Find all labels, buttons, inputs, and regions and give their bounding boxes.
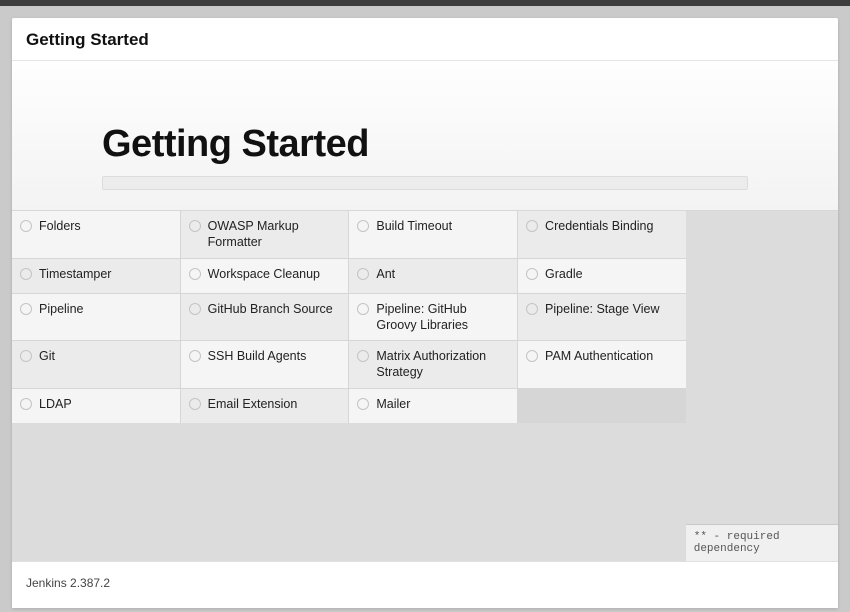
- plugin-label: Build Timeout: [376, 218, 452, 234]
- window-header: Getting Started: [12, 18, 838, 61]
- plugin-cell: Mailer: [349, 389, 517, 423]
- pending-icon: [526, 303, 538, 315]
- pending-icon: [20, 303, 32, 315]
- version-label: Jenkins 2.387.2: [26, 576, 110, 590]
- side-panel: ** - required dependency: [686, 211, 838, 561]
- plugin-cell: Pipeline: [12, 294, 180, 341]
- plugin-label: Matrix Authorization Strategy: [376, 348, 509, 381]
- plugin-label: Pipeline: [39, 301, 83, 317]
- plugin-cell: LDAP: [12, 389, 180, 423]
- plugin-cell: OWASP Markup Formatter: [181, 211, 349, 258]
- plugin-cell: GitHub Branch Source: [181, 294, 349, 341]
- page-title: Getting Started: [102, 123, 748, 166]
- pending-icon: [357, 398, 369, 410]
- top-accent-bar: [0, 0, 850, 6]
- content-area: Folders OWASP Markup Formatter Build Timeo…: [12, 211, 838, 561]
- window-title: Getting Started: [26, 30, 824, 50]
- pending-icon: [20, 220, 32, 232]
- plugin-cell: Ant: [349, 259, 517, 293]
- plugin-cell: SSH Build Agents: [181, 341, 349, 388]
- plugin-cell: Workspace Cleanup: [181, 259, 349, 293]
- plugin-cell: Pipeline: GitHub Groovy Libraries: [349, 294, 517, 341]
- plugin-label: OWASP Markup Formatter: [208, 218, 341, 251]
- plugin-label: LDAP: [39, 396, 72, 412]
- plugin-label: Pipeline: Stage View: [545, 301, 659, 317]
- plugin-label: SSH Build Agents: [208, 348, 307, 364]
- pending-icon: [357, 268, 369, 280]
- progress-bar: [102, 176, 748, 190]
- plugin-label: Credentials Binding: [545, 218, 653, 234]
- plugin-label: Workspace Cleanup: [208, 266, 320, 282]
- plugin-label: Timestamper: [39, 266, 111, 282]
- pending-icon: [526, 220, 538, 232]
- plugin-cell: Folders: [12, 211, 180, 258]
- plugin-label: Pipeline: GitHub Groovy Libraries: [376, 301, 509, 334]
- plugin-grid: Folders OWASP Markup Formatter Build Timeo…: [12, 211, 686, 423]
- plugin-grid-wrap: Folders OWASP Markup Formatter Build Timeo…: [12, 211, 686, 561]
- hero-section: Getting Started: [12, 61, 838, 211]
- plugin-cell: PAM Authentication: [518, 341, 686, 388]
- pending-icon: [189, 268, 201, 280]
- plugin-cell: Matrix Authorization Strategy: [349, 341, 517, 388]
- plugin-label: GitHub Branch Source: [208, 301, 333, 317]
- setup-wizard-window: Getting Started Getting Started Folders O…: [12, 18, 838, 608]
- plugin-cell: Credentials Binding: [518, 211, 686, 258]
- pending-icon: [526, 350, 538, 362]
- plugin-cell: Pipeline: Stage View: [518, 294, 686, 341]
- plugin-label: Git: [39, 348, 55, 364]
- pending-icon: [189, 398, 201, 410]
- plugin-label: Folders: [39, 218, 81, 234]
- plugin-cell: Build Timeout: [349, 211, 517, 258]
- legend-text: ** - required dependency: [686, 524, 838, 561]
- plugin-cell: Gradle: [518, 259, 686, 293]
- pending-icon: [357, 220, 369, 232]
- plugin-cell: Git: [12, 341, 180, 388]
- plugin-label: Mailer: [376, 396, 410, 412]
- plugin-label: PAM Authentication: [545, 348, 653, 364]
- pending-icon: [20, 268, 32, 280]
- pending-icon: [526, 268, 538, 280]
- pending-icon: [189, 350, 201, 362]
- footer: Jenkins 2.387.2: [12, 561, 838, 608]
- plugin-label: Gradle: [545, 266, 583, 282]
- plugin-label: Email Extension: [208, 396, 298, 412]
- plugin-cell: Timestamper: [12, 259, 180, 293]
- pending-icon: [357, 350, 369, 362]
- plugin-cell: Email Extension: [181, 389, 349, 423]
- pending-icon: [189, 220, 201, 232]
- pending-icon: [189, 303, 201, 315]
- pending-icon: [20, 350, 32, 362]
- plugin-label: Ant: [376, 266, 395, 282]
- pending-icon: [357, 303, 369, 315]
- pending-icon: [20, 398, 32, 410]
